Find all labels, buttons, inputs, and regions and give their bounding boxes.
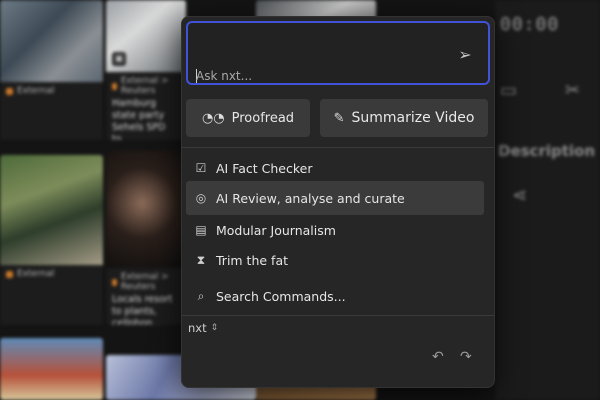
command-palette: ➢ ◔◔ Proofread ✎ Summarize Video ☑ AI Fa… — [181, 16, 495, 388]
command-label: Modular Journalism — [216, 222, 336, 238]
command-ai-review[interactable]: ◎ AI Review, analyse and curate — [186, 181, 484, 215]
ai-review-icon: ◎ — [195, 191, 207, 205]
model-name: nxt — [188, 321, 207, 335]
command-label: Trim the fat — [216, 252, 289, 268]
command-trim-the-fat[interactable]: ⧗ Trim the fat — [186, 243, 484, 277]
glasses-icon: ◔◔ — [201, 110, 225, 126]
summarize-video-label: Summarize Video — [351, 110, 475, 126]
search-icon: ⌕ — [197, 288, 205, 303]
redo-icon[interactable]: ↷ — [460, 349, 472, 365]
command-label: AI Fact Checker — [216, 160, 313, 176]
scissors-icon[interactable]: ✂ — [565, 80, 580, 101]
send-icon: ➢ — [458, 45, 472, 64]
send-button[interactable]: ➢ — [454, 45, 476, 65]
proofread-button[interactable]: ◔◔ Proofread — [186, 99, 310, 137]
clip-icon[interactable]: ▭ — [500, 80, 517, 101]
chevron-updown-icon: ⇕ — [210, 323, 219, 333]
undo-icon[interactable]: ↶ — [432, 349, 444, 365]
tile-headline: Locals resort to plants, cellphon... — [112, 294, 173, 325]
divider — [182, 315, 494, 316]
summarize-video-button[interactable]: ✎ Summarize Video — [320, 99, 488, 137]
media-tile[interactable]: External — [0, 0, 103, 140]
details-panel — [495, 0, 600, 400]
media-tile[interactable] — [0, 338, 103, 400]
modules-icon: ▤ — [195, 223, 207, 237]
hourglass-icon: ⧗ — [196, 252, 206, 267]
media-tile[interactable]: External > Reuters Locals resort to plan… — [106, 150, 186, 325]
checklist-icon: ☑ — [195, 161, 207, 175]
command-label: Search Commands... — [216, 288, 346, 304]
timecode-display: 00:00 — [500, 14, 560, 35]
proofread-label: Proofread — [231, 110, 295, 126]
media-tile[interactable]: ▣ External > Reuters Hamburg state party… — [106, 0, 186, 140]
share-icon[interactable]: ⋖ — [512, 185, 527, 206]
ask-input[interactable] — [196, 67, 436, 85]
media-tile[interactable]: External — [0, 155, 103, 325]
command-modular-journalism[interactable]: ▤ Modular Journalism — [186, 213, 484, 247]
command-ai-fact-checker[interactable]: ☑ AI Fact Checker — [186, 151, 484, 185]
command-label: AI Review, analyse and curate — [216, 190, 405, 206]
description-label: Description — [498, 142, 596, 160]
tile-source: External > Reuters — [120, 272, 169, 292]
ask-box[interactable]: ➢ — [186, 21, 490, 85]
pen-icon: ✎ — [333, 110, 345, 126]
command-search-commands[interactable]: ⌕ Search Commands... — [186, 279, 484, 313]
tile-headline: Hamburg state party Sehels SPD to... — [112, 98, 166, 140]
divider — [182, 147, 494, 148]
model-selector[interactable]: nxt ⇕ — [188, 321, 218, 335]
tile-source: External > Reuters — [120, 76, 169, 96]
